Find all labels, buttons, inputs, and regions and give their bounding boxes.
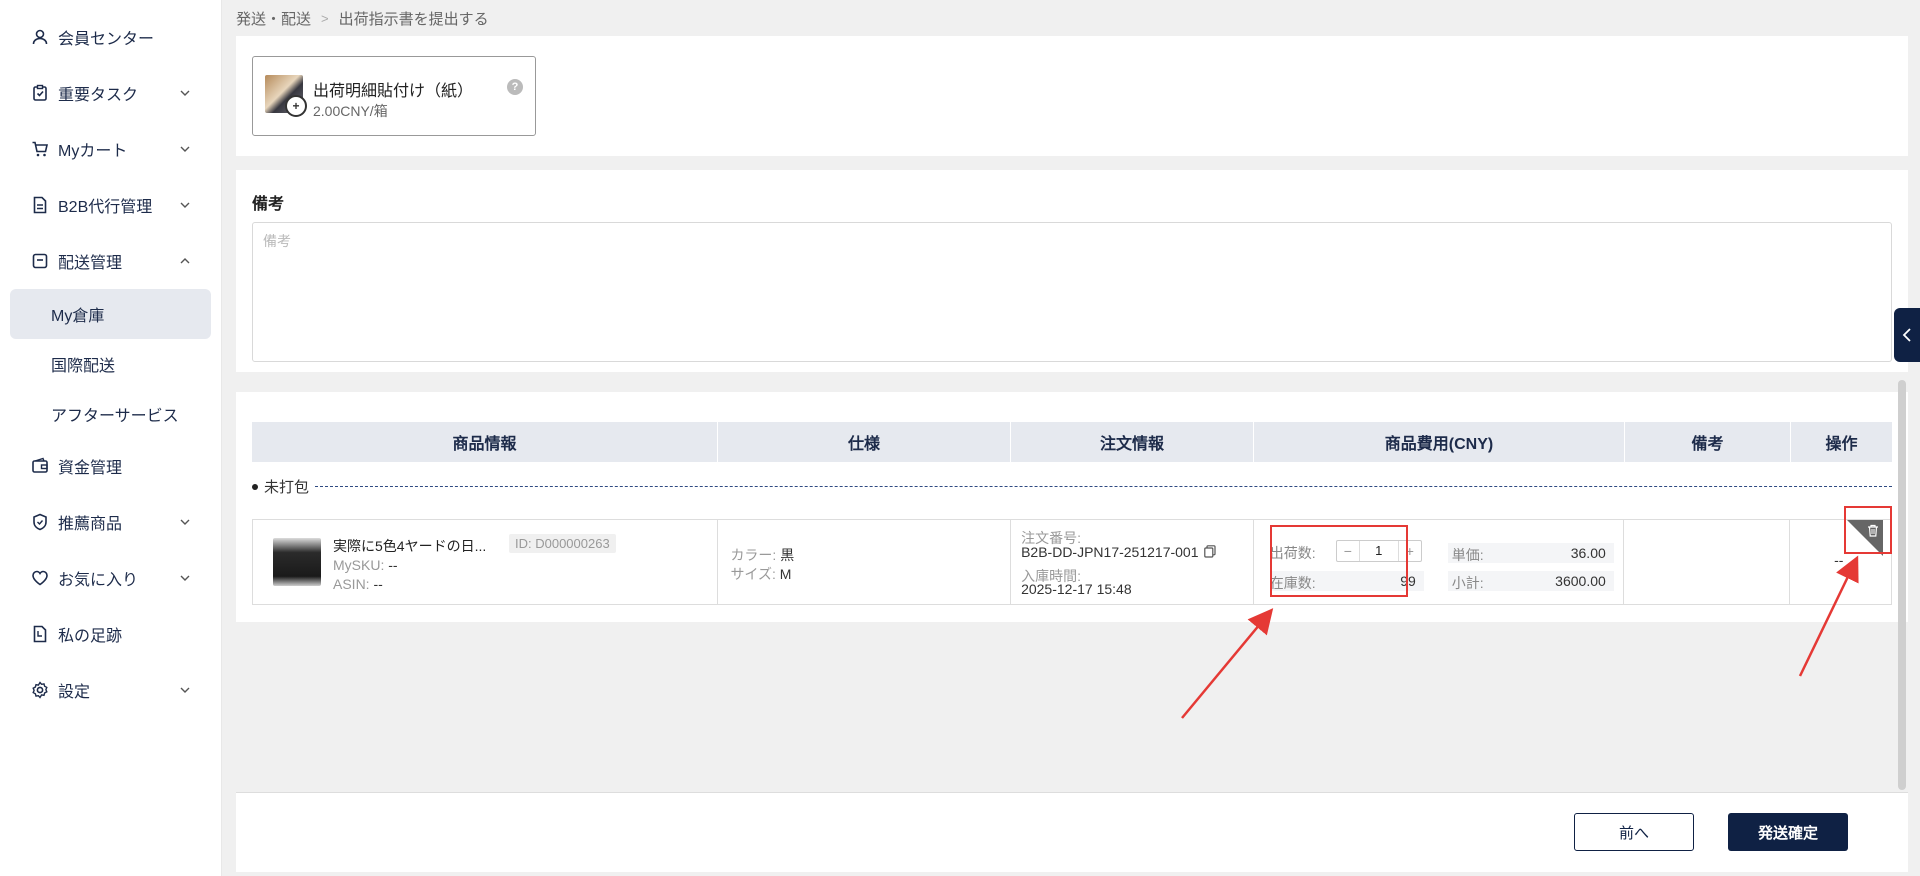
confirm-shipment-button[interactable]: 発送確定	[1728, 813, 1848, 851]
arrow-to-quantity	[1181, 608, 1274, 719]
chevron-left-icon	[1902, 328, 1911, 342]
footer-action-bar: 前へ 発送確定	[236, 792, 1908, 872]
scrollbar[interactable]	[1898, 380, 1906, 790]
collapse-panel-tab[interactable]	[1894, 308, 1920, 362]
previous-button[interactable]: 前へ	[1574, 813, 1694, 851]
arrow-to-delete	[1798, 555, 1859, 677]
annotation-arrows	[1181, 555, 1859, 719]
